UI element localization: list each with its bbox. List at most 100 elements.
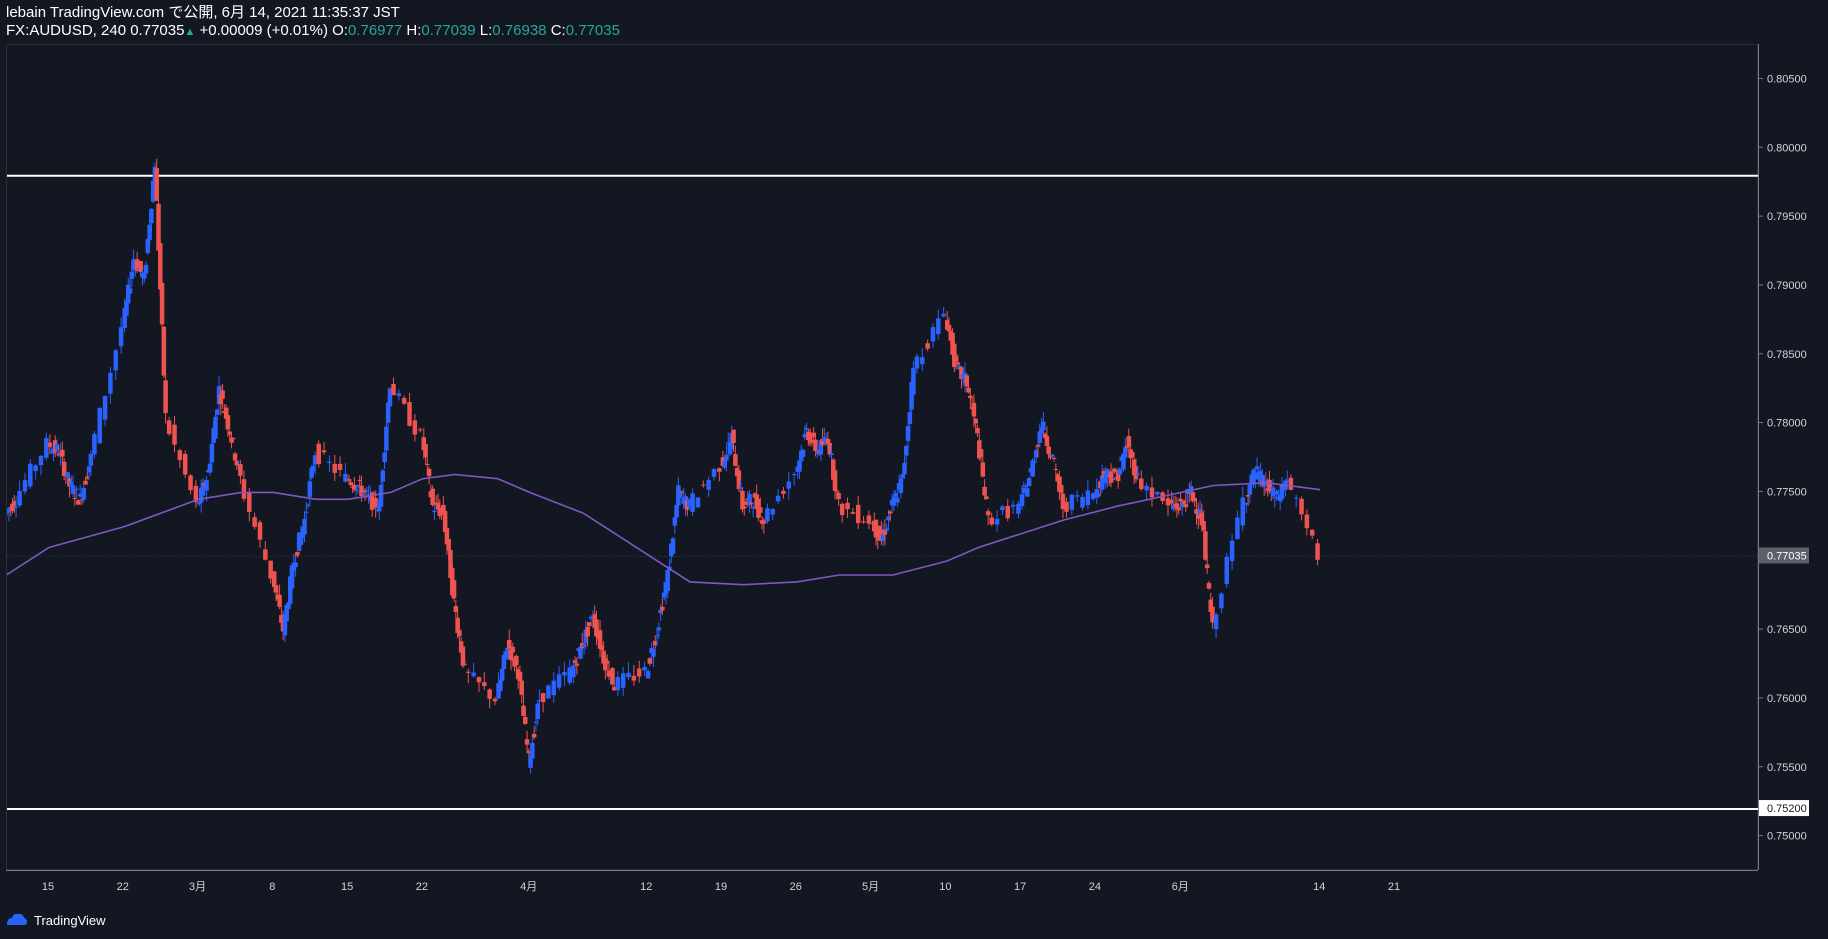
candle-body [161, 326, 167, 376]
candle-body [1005, 506, 1011, 519]
candle-body [252, 517, 257, 527]
candle-body [562, 672, 567, 676]
candle-body [172, 424, 177, 445]
candle-body [1183, 504, 1189, 508]
candle-body [775, 495, 781, 502]
candle-body [786, 481, 792, 489]
candle-body [731, 429, 736, 443]
candle-body [1080, 496, 1085, 508]
candle-body [92, 433, 97, 455]
low-label: L: [479, 22, 493, 39]
price-chart-svg[interactable] [7, 45, 1759, 871]
time-axis[interactable]: 15 22 3月 8 15 22 4月 12 19 26 5月 10 17 24 6月 14 21 [6, 870, 1758, 901]
price-tick-label: 0.79000 [1767, 280, 1807, 292]
candle-body [1304, 514, 1310, 529]
candle-body [1010, 504, 1016, 507]
time-tick-label: 15 [341, 881, 353, 893]
open-value: 0.76977 [347, 22, 403, 39]
candle-body [1315, 543, 1320, 560]
candle-body [615, 676, 621, 691]
candle-body [587, 622, 592, 627]
price-tick-label: 0.80500 [1767, 73, 1807, 85]
candle-body [316, 443, 321, 464]
candle-body [1041, 421, 1046, 431]
brand-label: TradingView [34, 912, 106, 928]
price-tick-label: 0.75000 [1767, 831, 1807, 843]
candle-body [717, 468, 722, 472]
low-value: 0.76938 [492, 22, 547, 39]
candle-body [321, 450, 327, 453]
candle-body [514, 655, 519, 666]
candle-body [74, 488, 79, 490]
candle-body [209, 443, 215, 463]
candle-body [83, 480, 88, 485]
chart-plot-area[interactable] [6, 44, 1759, 871]
candle-body [971, 402, 977, 417]
candle-body [1235, 517, 1240, 540]
candle-body [425, 464, 430, 466]
candle-body [17, 491, 22, 506]
candle-body [861, 521, 866, 523]
candle-body [13, 506, 19, 508]
candle-body [620, 673, 626, 688]
tradingview-logo-icon[interactable] [6, 912, 28, 929]
time-tick-label: 5月 [862, 881, 879, 893]
candle-body [973, 418, 978, 424]
price-tick-label: 0.78000 [1767, 418, 1807, 430]
candle-body [1000, 506, 1005, 511]
candle-body [391, 383, 396, 396]
candle-body [277, 594, 282, 607]
candle-body [332, 463, 338, 473]
time-tick-label: 15 [42, 881, 54, 893]
candle-body [1229, 540, 1235, 562]
candle-body [113, 350, 119, 371]
candle-body [304, 511, 309, 513]
time-tick-label: 17 [1014, 881, 1026, 893]
candle-body [647, 658, 653, 664]
candle-body [1026, 477, 1032, 487]
candle-body [930, 327, 936, 342]
candle-body [1117, 469, 1123, 475]
candle-body [701, 484, 706, 486]
candle-body [955, 362, 961, 365]
candle-body [839, 503, 845, 515]
price-tick-label: 0.80000 [1767, 142, 1807, 154]
candle-body [523, 716, 528, 724]
price-axis[interactable]: 0.80500 0.80000 0.79500 0.79000 0.78500 0.780… [1758, 44, 1828, 870]
time-tick-label: 3月 [189, 881, 206, 893]
candle-body [188, 475, 193, 491]
candle-body [911, 367, 916, 395]
candle-body [396, 393, 402, 396]
candle-body [97, 408, 102, 444]
candle-body [476, 677, 482, 683]
candle-body [1064, 501, 1069, 512]
price-tick-label: 0.76000 [1767, 693, 1807, 705]
candle-body [163, 380, 168, 414]
candle-body [257, 522, 263, 540]
candle-body [220, 390, 225, 399]
candle-body [81, 487, 86, 500]
candle-body [1110, 479, 1116, 481]
candle-body [665, 570, 670, 592]
ohlc-line: FX:AUDUSD, 240 0.77035▲ +0.00009 (+0.01%… [6, 22, 620, 41]
candle-body [936, 318, 941, 335]
candle-body [231, 438, 236, 440]
candle-body [492, 698, 498, 702]
price-axis-svg: 0.80500 0.80000 0.79500 0.79000 0.78500 0.780… [1759, 73, 1809, 843]
candle-body [293, 562, 298, 568]
time-tick-label: 8 [269, 881, 275, 893]
candle-body [1139, 478, 1144, 490]
candle-body [1050, 454, 1055, 457]
candle-body [964, 375, 970, 387]
candle-body [695, 497, 701, 508]
time-tick-label: 14 [1313, 881, 1325, 893]
candle-body [1051, 457, 1057, 459]
candle-body [510, 646, 516, 653]
candle-body [263, 549, 268, 560]
time-tick-label: 26 [790, 881, 802, 893]
time-tick-label: 21 [1388, 881, 1400, 893]
candle-body [118, 327, 124, 347]
candle-body [108, 372, 113, 394]
candle-body [44, 437, 49, 458]
candle-body [232, 453, 238, 461]
